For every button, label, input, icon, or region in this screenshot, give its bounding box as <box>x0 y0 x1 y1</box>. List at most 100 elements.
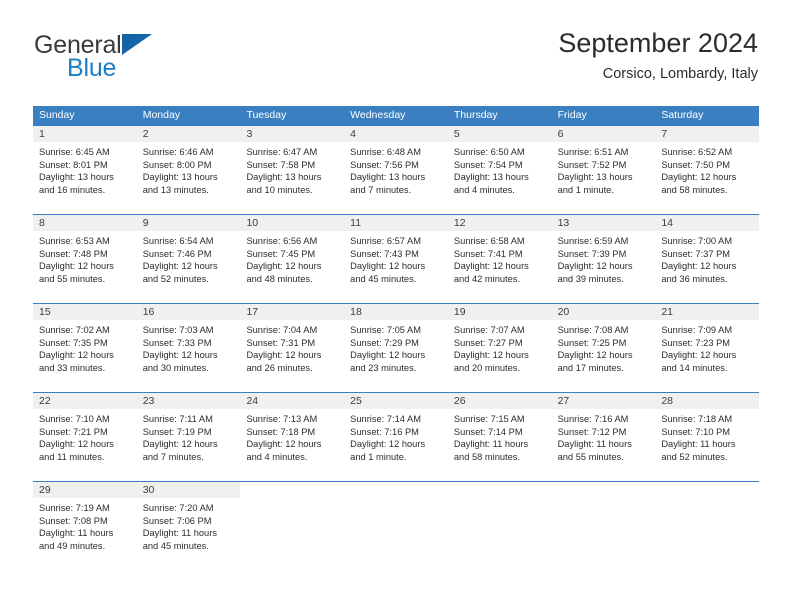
day-details: Sunrise: 7:04 AM Sunset: 7:31 PM Dayligh… <box>240 320 344 374</box>
daylight-text-line2: and 52 minutes. <box>142 273 209 284</box>
sunset-text: Sunset: 7:25 PM <box>557 337 627 348</box>
calendar-day-cell[interactable]: 22 Sunrise: 7:10 AM Sunset: 7:21 PM Dayl… <box>33 393 137 481</box>
calendar-day-cell[interactable]: 1 Sunrise: 6:45 AM Sunset: 8:01 PM Dayli… <box>33 126 137 214</box>
day-details: Sunrise: 7:10 AM Sunset: 7:21 PM Dayligh… <box>33 409 137 463</box>
day-number: 24 <box>240 393 345 409</box>
calendar-day-cell[interactable]: 24 Sunrise: 7:13 AM Sunset: 7:18 PM Dayl… <box>240 393 345 481</box>
day-number: 13 <box>551 215 656 231</box>
calendar-day-cell[interactable]: 7 Sunrise: 6:52 AM Sunset: 7:50 PM Dayli… <box>655 126 760 214</box>
daylight-text-line1: Daylight: 12 hours <box>453 350 529 361</box>
sunrise-text: Sunrise: 6:48 AM <box>350 147 421 157</box>
sunset-text: Sunset: 7:54 PM <box>453 159 523 170</box>
day-number <box>655 482 759 498</box>
calendar-day-cell[interactable]: 10 Sunrise: 6:56 AM Sunset: 7:45 PM Dayl… <box>240 215 345 303</box>
sunrise-text: Sunrise: 6:45 AM <box>39 147 110 157</box>
day-number: 18 <box>344 304 448 320</box>
daylight-text-line1: Daylight: 12 hours <box>557 350 633 361</box>
daylight-text-line2: and 45 minutes. <box>350 273 417 284</box>
calendar-day-cell[interactable]: 23 Sunrise: 7:11 AM Sunset: 7:19 PM Dayl… <box>136 393 241 481</box>
day-details: Sunrise: 7:18 AM Sunset: 7:10 PM Dayligh… <box>655 409 759 463</box>
calendar-day-cell[interactable]: 8 Sunrise: 6:53 AM Sunset: 7:48 PM Dayli… <box>33 215 137 303</box>
day-details: Sunrise: 7:13 AM Sunset: 7:18 PM Dayligh… <box>240 409 344 463</box>
daylight-text-line1: Daylight: 12 hours <box>661 172 737 183</box>
day-details: Sunrise: 7:14 AM Sunset: 7:16 PM Dayligh… <box>344 409 448 463</box>
daylight-text-line1: Daylight: 12 hours <box>453 261 529 272</box>
daylight-text-line1: Daylight: 13 hours <box>453 172 529 183</box>
brand-logo[interactable]: General Blue <box>34 32 234 88</box>
calendar-day-cell[interactable]: 9 Sunrise: 6:54 AM Sunset: 7:46 PM Dayli… <box>136 215 241 303</box>
sunset-text: Sunset: 7:19 PM <box>142 426 212 437</box>
daylight-text-line1: Daylight: 12 hours <box>39 350 114 361</box>
day-number: 7 <box>655 126 760 142</box>
sunset-text: Sunset: 7:08 PM <box>39 515 108 526</box>
day-details: Sunrise: 6:51 AM Sunset: 7:52 PM Dayligh… <box>552 142 656 196</box>
sunrise-text: Sunrise: 6:58 AM <box>453 236 525 246</box>
daylight-text-line1: Daylight: 12 hours <box>661 261 737 272</box>
daylight-text-line2: and 10 minutes. <box>246 184 313 195</box>
calendar-day-cell[interactable]: 30 Sunrise: 7:20 AM Sunset: 7:06 PM Dayl… <box>136 482 241 570</box>
calendar-day-cell[interactable]: 18 Sunrise: 7:05 AM Sunset: 7:29 PM Dayl… <box>344 304 448 392</box>
sunrise-text: Sunrise: 7:04 AM <box>246 325 318 335</box>
daylight-text-line1: Daylight: 12 hours <box>39 439 114 450</box>
daylight-text-line2: and 23 minutes. <box>350 362 417 373</box>
calendar-day-cell[interactable]: 16 Sunrise: 7:03 AM Sunset: 7:33 PM Dayl… <box>136 304 241 392</box>
calendar-day-cell[interactable]: 6 Sunrise: 6:51 AM Sunset: 7:52 PM Dayli… <box>551 126 656 214</box>
sunset-text: Sunset: 8:00 PM <box>142 159 212 170</box>
daylight-text-line2: and 52 minutes. <box>661 451 728 462</box>
calendar-day-cell[interactable]: 19 Sunrise: 7:07 AM Sunset: 7:27 PM Dayl… <box>447 304 552 392</box>
calendar-week-row: 15 Sunrise: 7:02 AM Sunset: 7:35 PM Dayl… <box>33 303 760 392</box>
location-subtitle: Corsico, Lombardy, Italy <box>602 66 758 82</box>
day-number: 25 <box>344 393 448 409</box>
sunset-text: Sunset: 7:46 PM <box>142 248 212 259</box>
sunset-text: Sunset: 7:56 PM <box>350 159 419 170</box>
day-number <box>344 482 448 498</box>
calendar-day-cell[interactable]: 2 Sunrise: 6:46 AM Sunset: 8:00 PM Dayli… <box>136 126 241 214</box>
daylight-text-line1: Daylight: 12 hours <box>246 439 322 450</box>
calendar-day-cell[interactable]: 26 Sunrise: 7:15 AM Sunset: 7:14 PM Dayl… <box>447 393 552 481</box>
weekday-header-friday: Friday <box>557 109 587 121</box>
day-details: Sunrise: 6:47 AM Sunset: 7:58 PM Dayligh… <box>240 142 344 196</box>
daylight-text-line2: and 7 minutes. <box>350 184 412 195</box>
calendar-day-cell[interactable]: 3 Sunrise: 6:47 AM Sunset: 7:58 PM Dayli… <box>240 126 345 214</box>
calendar-week-row: 29 Sunrise: 7:19 AM Sunset: 7:08 PM Dayl… <box>33 481 759 570</box>
day-number: 30 <box>136 482 241 498</box>
triangle-flag-icon <box>121 34 152 55</box>
day-details: Sunrise: 6:58 AM Sunset: 7:41 PM Dayligh… <box>448 231 552 285</box>
calendar-day-cell[interactable]: 21 Sunrise: 7:09 AM Sunset: 7:23 PM Dayl… <box>655 304 760 392</box>
calendar-day-cell[interactable]: 27 Sunrise: 7:16 AM Sunset: 7:12 PM Dayl… <box>551 393 656 481</box>
sunrise-text: Sunrise: 6:50 AM <box>453 147 525 157</box>
sunrise-text: Sunrise: 6:46 AM <box>142 147 214 157</box>
day-number: 11 <box>344 215 448 231</box>
sunset-text: Sunset: 7:43 PM <box>350 248 419 259</box>
sunrise-text: Sunrise: 7:19 AM <box>39 503 110 513</box>
sunset-text: Sunset: 7:35 PM <box>39 337 108 348</box>
day-number: 16 <box>136 304 241 320</box>
calendar-day-cell-empty <box>344 482 448 570</box>
calendar-day-cell[interactable]: 13 Sunrise: 6:59 AM Sunset: 7:39 PM Dayl… <box>551 215 656 303</box>
sunrise-text: Sunrise: 6:51 AM <box>557 147 629 157</box>
day-details: Sunrise: 6:45 AM Sunset: 8:01 PM Dayligh… <box>33 142 137 196</box>
daylight-text-line1: Daylight: 12 hours <box>661 350 737 361</box>
calendar-day-cell[interactable]: 15 Sunrise: 7:02 AM Sunset: 7:35 PM Dayl… <box>33 304 137 392</box>
daylight-text-line2: and 14 minutes. <box>661 362 728 373</box>
sunset-text: Sunset: 8:01 PM <box>39 159 108 170</box>
daylight-text-line1: Daylight: 11 hours <box>39 528 114 539</box>
day-details: Sunrise: 7:03 AM Sunset: 7:33 PM Dayligh… <box>137 320 241 374</box>
calendar-day-cell[interactable]: 14 Sunrise: 7:00 AM Sunset: 7:37 PM Dayl… <box>655 215 760 303</box>
calendar-day-cell[interactable]: 25 Sunrise: 7:14 AM Sunset: 7:16 PM Dayl… <box>344 393 448 481</box>
calendar-week-row: 8 Sunrise: 6:53 AM Sunset: 7:48 PM Dayli… <box>33 214 760 303</box>
calendar-day-cell[interactable]: 29 Sunrise: 7:19 AM Sunset: 7:08 PM Dayl… <box>33 482 137 570</box>
calendar-day-cell[interactable]: 28 Sunrise: 7:18 AM Sunset: 7:10 PM Dayl… <box>655 393 760 481</box>
calendar-day-cell[interactable]: 11 Sunrise: 6:57 AM Sunset: 7:43 PM Dayl… <box>344 215 448 303</box>
daylight-text-line1: Daylight: 12 hours <box>350 439 426 450</box>
daylight-text-line2: and 39 minutes. <box>557 273 624 284</box>
day-details: Sunrise: 6:53 AM Sunset: 7:48 PM Dayligh… <box>33 231 137 285</box>
day-number: 1 <box>33 126 137 142</box>
sunset-text: Sunset: 7:45 PM <box>246 248 316 259</box>
calendar-day-cell[interactable]: 5 Sunrise: 6:50 AM Sunset: 7:54 PM Dayli… <box>447 126 552 214</box>
calendar-day-cell[interactable]: 17 Sunrise: 7:04 AM Sunset: 7:31 PM Dayl… <box>240 304 345 392</box>
calendar-day-cell[interactable]: 4 Sunrise: 6:48 AM Sunset: 7:56 PM Dayli… <box>344 126 448 214</box>
sunset-text: Sunset: 7:41 PM <box>453 248 523 259</box>
calendar-day-cell[interactable]: 20 Sunrise: 7:08 AM Sunset: 7:25 PM Dayl… <box>551 304 656 392</box>
calendar-day-cell[interactable]: 12 Sunrise: 6:58 AM Sunset: 7:41 PM Dayl… <box>447 215 552 303</box>
